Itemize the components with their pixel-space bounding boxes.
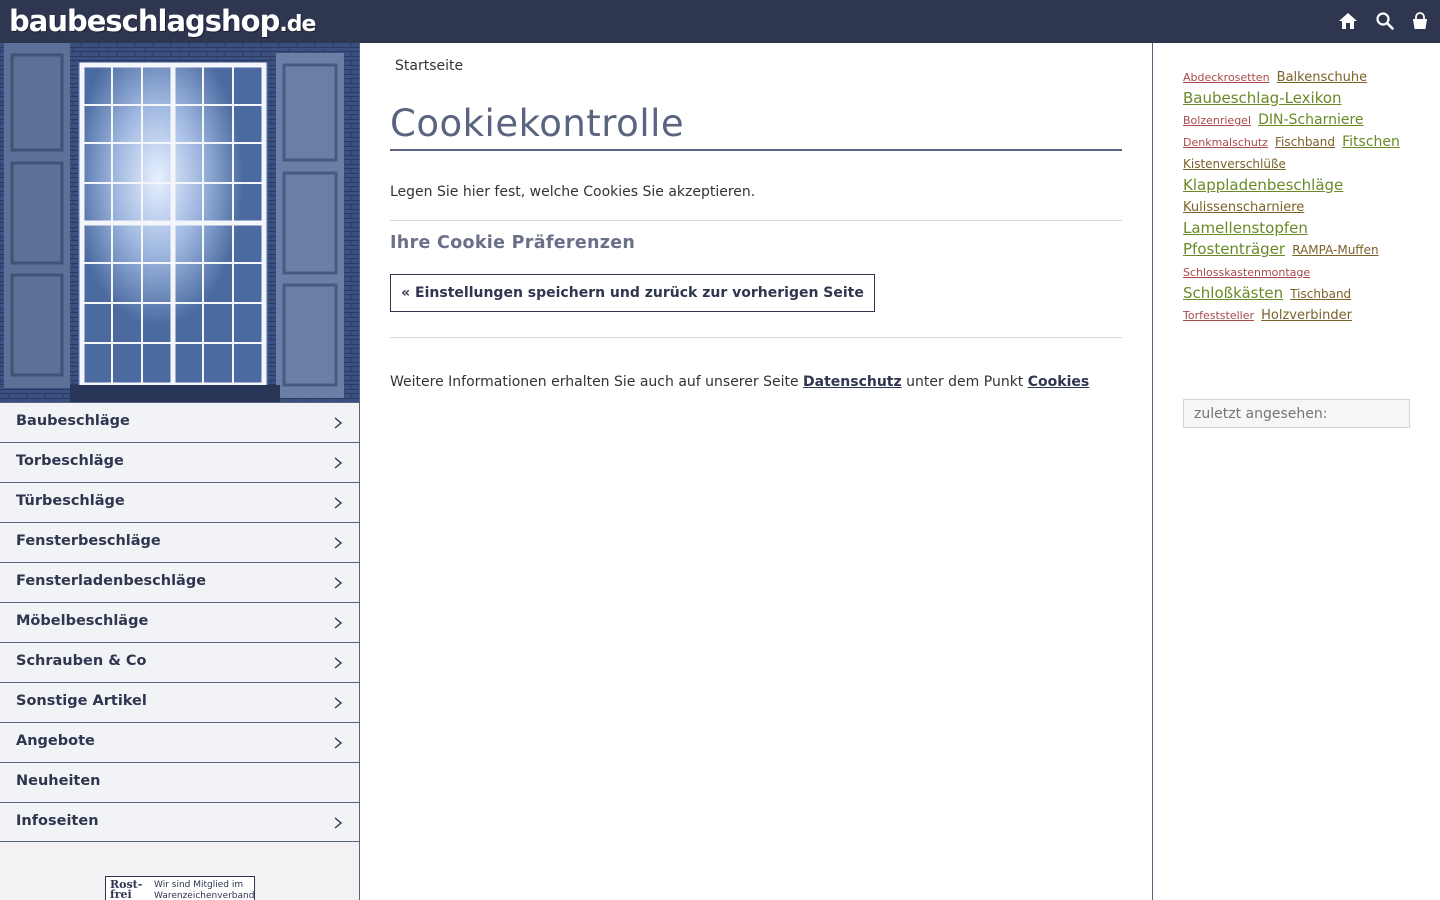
badge-text: Wir sind Mitglied im Warenzeichenverband [154,880,255,900]
cookies-link[interactable]: Cookies [1028,374,1089,390]
tag-link[interactable]: Tischband [1290,287,1351,301]
tag-link[interactable]: DIN-Scharniere [1258,112,1363,128]
sidebar-item-label: Fensterbeschläge [16,533,161,549]
tag-link[interactable]: RAMPA-Muffen [1292,243,1378,257]
chevron-right-icon [332,617,344,629]
logo-main: baubeschlagshop [9,4,280,38]
more-info-text: Weitere Informationen erhalten Sie auch … [390,374,1090,390]
sidebar-item-angebote[interactable]: Angebote [0,722,359,762]
sidebar-item-fensterladenbeschlaege[interactable]: Fensterladenbeschläge [0,562,359,602]
sidebar-item-baubeschlaege[interactable]: Baubeschläge [0,402,359,442]
datenschutz-link[interactable]: Datenschutz [803,374,902,390]
tag-link[interactable]: Baubeschlag-Lexikon [1183,89,1342,107]
tag-link[interactable]: Schlosskastenmontage [1183,266,1310,279]
sidebar-item-label: Torbeschläge [16,453,124,469]
left-column: Baubeschläge Torbeschläge Türbeschläge F… [0,43,360,900]
tag-link[interactable]: Holzverbinder [1261,308,1352,323]
sidebar-item-label: Baubeschläge [16,413,130,429]
category-nav: Baubeschläge Torbeschläge Türbeschläge F… [0,402,359,842]
tag-link[interactable]: Schloßkästen [1183,284,1283,302]
sidebar-item-label: Angebote [16,733,95,749]
chevron-right-icon [332,577,344,589]
page-title: Cookiekontrolle [390,103,1122,151]
site-logo[interactable]: baubeschlagshop.de [9,4,316,41]
sidebar-item-schrauben[interactable]: Schrauben & Co [0,642,359,682]
sidebar-item-infoseiten[interactable]: Infoseiten [0,802,359,842]
sidebar-item-label: Fensterladenbeschläge [16,573,207,589]
tag-link[interactable]: Kulissenscharniere [1183,200,1304,215]
sidebar-item-neuheiten[interactable]: Neuheiten [0,762,359,802]
top-bar: baubeschlagshop.de [0,0,1440,43]
chevron-right-icon [332,697,344,709]
chevron-right-icon [332,537,344,549]
tag-link[interactable]: Denkmalschutz [1183,136,1268,149]
chevron-right-icon [332,817,344,829]
divider [390,220,1122,221]
sidebar-item-label: Neuheiten [16,773,101,789]
home-icon[interactable] [1338,11,1358,31]
tag-link[interactable]: Balkenschuhe [1277,70,1367,85]
save-settings-button[interactable]: « Einstellungen speichern und zurück zur… [390,274,875,312]
tag-link[interactable]: Pfostenträger [1183,240,1285,258]
sidebar-item-sonstige-artikel[interactable]: Sonstige Artikel [0,682,359,722]
chevron-right-icon [332,737,344,749]
sidebar-item-label: Türbeschläge [16,493,125,509]
tag-link[interactable]: Torfeststeller [1183,309,1254,322]
breadcrumb-home[interactable]: Startseite [395,58,463,74]
chevron-right-icon [332,657,344,669]
tag-cloud: Abdeckrosetten Balkenschuhe Baubeschlag-… [1183,65,1413,325]
chevron-right-icon [332,497,344,509]
divider [390,337,1122,338]
recently-viewed-input[interactable] [1183,399,1410,428]
section-title: Ihre Cookie Präferenzen [390,233,636,253]
intro-text: Legen Sie hier fest, welche Cookies Sie … [390,184,756,200]
sidebar-item-label: Sonstige Artikel [16,693,147,709]
tag-link[interactable]: Kistenverschlüße [1183,157,1286,171]
membership-badge[interactable]: Rost-frei Wir sind Mitglied im Warenzeich… [105,876,255,900]
sidebar-item-torbeschlaege[interactable]: Torbeschläge [0,442,359,482]
sidebar-item-tuerbeschlaege[interactable]: Türbeschläge [0,482,359,522]
search-icon[interactable] [1375,11,1395,31]
rostfrei-logo: Rost-frei [110,878,143,900]
sidebar-item-moebelbeschlaege[interactable]: Möbelbeschläge [0,602,359,642]
main-content: Startseite Cookiekontrolle Legen Sie hie… [360,43,1152,900]
tag-link[interactable]: Fitschen [1342,134,1400,150]
tag-link[interactable]: Lamellenstopfen [1183,219,1308,237]
chevron-right-icon [332,417,344,429]
sidebar-item-label: Schrauben & Co [16,653,147,669]
sidebar-item-fensterbeschlaege[interactable]: Fensterbeschläge [0,522,359,562]
sidebar-item-label: Möbelbeschläge [16,613,149,629]
right-column: Abdeckrosetten Balkenschuhe Baubeschlag-… [1152,43,1440,900]
tag-link[interactable]: Fischband [1275,135,1335,149]
hero-image [0,43,359,402]
cart-icon[interactable] [1410,11,1430,31]
tag-link[interactable]: Klappladenbeschläge [1183,176,1343,194]
tag-link[interactable]: Bolzenriegel [1183,114,1251,127]
logo-tld: .de [279,12,316,37]
tag-link[interactable]: Abdeckrosetten [1183,71,1270,84]
chevron-right-icon [332,457,344,469]
sidebar-item-label: Infoseiten [16,813,99,829]
